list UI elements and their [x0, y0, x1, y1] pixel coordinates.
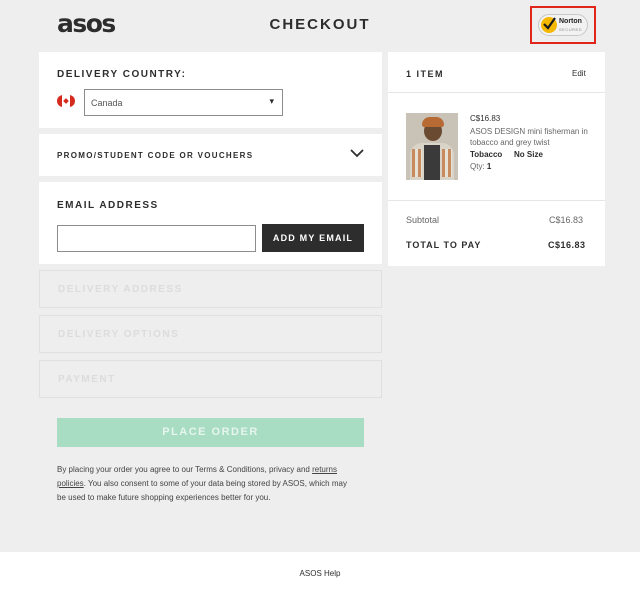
- terms-text: By placing your order you agree to our T…: [57, 463, 357, 505]
- canada-flag-icon: [57, 95, 75, 107]
- country-select[interactable]: Canada ▾: [84, 89, 283, 116]
- terms-text-part2: . You also consent to some of your data …: [57, 479, 347, 502]
- step-payment: PAYMENT: [39, 360, 382, 398]
- footer: ASOS Help: [0, 552, 640, 595]
- place-order-button[interactable]: PLACE ORDER: [57, 418, 364, 447]
- item-color: Tobacco: [470, 150, 503, 159]
- country-select-value: Canada: [91, 98, 123, 108]
- step-label: DELIVERY ADDRESS: [58, 284, 183, 295]
- divider: [388, 92, 605, 93]
- promo-label: PROMO/STUDENT CODE OR VOUCHERS: [57, 151, 254, 160]
- email-label: EMAIL ADDRESS: [57, 200, 159, 211]
- norton-badge-highlight: Norton SECURED: [530, 6, 596, 44]
- total-label: TOTAL TO PAY: [406, 240, 482, 250]
- divider: [388, 200, 605, 201]
- qty-value: 1: [486, 162, 492, 171]
- product-image[interactable]: [406, 113, 458, 180]
- total-value: C$16.83: [548, 240, 586, 250]
- norton-sub: SECURED: [559, 27, 583, 32]
- email-field[interactable]: [57, 225, 256, 252]
- step-delivery-options: DELIVERY OPTIONS: [39, 315, 382, 353]
- item-price: C$16.83: [470, 114, 501, 123]
- norton-badge[interactable]: Norton SECURED: [538, 14, 588, 36]
- add-my-email-button[interactable]: ADD MY EMAIL: [262, 224, 364, 252]
- item-size: No Size: [514, 150, 543, 159]
- delivery-country-label: DELIVERY COUNTRY:: [57, 69, 187, 80]
- chevron-down-icon: ▾: [269, 96, 274, 106]
- edit-link[interactable]: Edit: [572, 69, 586, 78]
- item-qty: Qty: 1: [470, 162, 491, 171]
- header: asos CHECKOUT Norton SECURED: [0, 0, 640, 50]
- subtotal-label: Subtotal: [406, 215, 440, 225]
- qty-label: Qty:: [470, 162, 485, 171]
- item-name[interactable]: ASOS DESIGN mini fisherman in tobacco an…: [470, 126, 592, 148]
- step-label: DELIVERY OPTIONS: [58, 329, 180, 340]
- norton-name: Norton: [559, 18, 582, 25]
- step-delivery-address: DELIVERY ADDRESS: [39, 270, 382, 308]
- terms-text-part1: By placing your order you agree to our T…: [57, 465, 313, 474]
- item-count: 1 ITEM: [406, 69, 445, 79]
- step-label: PAYMENT: [58, 374, 116, 385]
- subtotal-value: C$16.83: [549, 215, 584, 225]
- asos-help-link[interactable]: ASOS Help: [0, 569, 640, 578]
- norton-check-icon: [541, 17, 557, 33]
- chevron-down-icon[interactable]: [350, 148, 364, 158]
